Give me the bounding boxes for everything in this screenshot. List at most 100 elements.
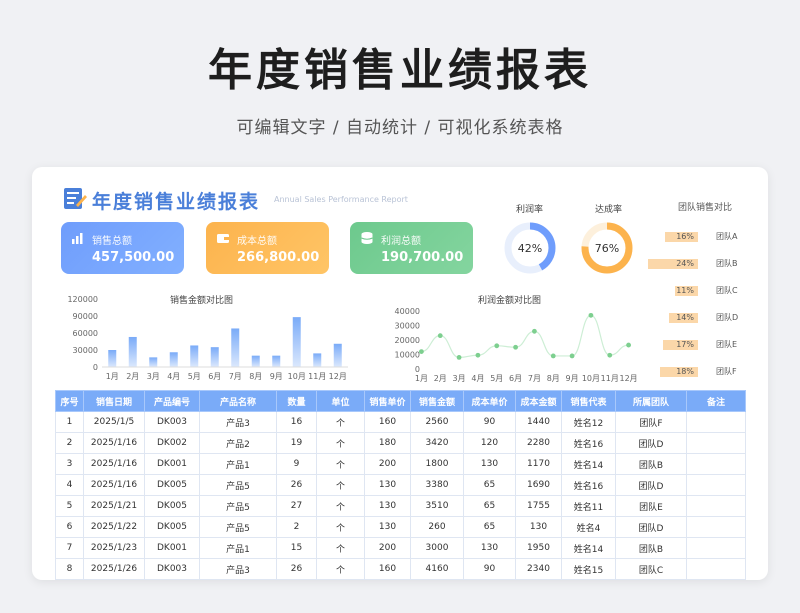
- table-cell[interactable]: 3510: [410, 495, 464, 517]
- table-row[interactable]: 8 2025/1/26 DK003 产品3 26 个 160 4160 90 2340 姓名15 团队…: [55, 558, 746, 580]
- data-point[interactable]: [437, 333, 443, 339]
- table-cell[interactable]: 1690: [515, 474, 562, 496]
- data-point[interactable]: [419, 349, 424, 354]
- table-cell[interactable]: 团队F: [615, 411, 687, 433]
- table-cell[interactable]: 26: [276, 558, 317, 580]
- table-cell[interactable]: 1755: [515, 495, 562, 517]
- table-cell[interactable]: 3000: [410, 537, 464, 559]
- table-cell[interactable]: 1170: [515, 453, 562, 475]
- table-cell[interactable]: 120: [463, 432, 516, 454]
- table-cell[interactable]: DK005: [144, 495, 200, 517]
- table-cell[interactable]: 2560: [410, 411, 464, 433]
- table-cell[interactable]: 产品5: [199, 474, 277, 496]
- table-cell[interactable]: 130: [364, 495, 411, 517]
- table-row[interactable]: 4 2025/1/16 DK005 产品5 26 个 130 3380 65 1690 姓名16 团队…: [55, 474, 746, 496]
- column-header[interactable]: 销售单价: [364, 390, 411, 412]
- table-row[interactable]: 2 2025/1/16 DK002 产品2 19 个 180 3420 120 2280 姓名16 团…: [55, 432, 746, 454]
- table-cell[interactable]: [686, 411, 746, 433]
- table-cell[interactable]: 个: [316, 432, 365, 454]
- table-cell[interactable]: 2: [55, 432, 84, 454]
- table-cell[interactable]: DK001: [144, 453, 200, 475]
- table-cell[interactable]: 3: [55, 453, 84, 475]
- bar[interactable]: [251, 355, 260, 367]
- table-cell[interactable]: 19: [276, 432, 317, 454]
- table-cell[interactable]: 团队D: [615, 474, 687, 496]
- table-cell[interactable]: 团队B: [615, 453, 687, 475]
- table-cell[interactable]: 姓名14: [561, 537, 616, 559]
- table-cell[interactable]: 130: [364, 516, 411, 538]
- column-header[interactable]: 单位: [316, 390, 365, 412]
- table-cell[interactable]: 3420: [410, 432, 464, 454]
- table-cell[interactable]: [686, 516, 746, 538]
- table-cell[interactable]: 姓名4: [561, 516, 616, 538]
- table-cell[interactable]: 1950: [515, 537, 562, 559]
- table-cell[interactable]: [686, 432, 746, 454]
- bar[interactable]: [149, 357, 158, 367]
- table-cell[interactable]: [686, 453, 746, 475]
- column-header[interactable]: 产品名称: [199, 390, 277, 412]
- table-cell[interactable]: [686, 474, 746, 496]
- table-cell[interactable]: 180: [364, 432, 411, 454]
- table-cell[interactable]: 27: [276, 495, 317, 517]
- table-cell[interactable]: 2025/1/21: [83, 495, 145, 517]
- table-cell[interactable]: 130: [463, 453, 516, 475]
- table-cell[interactable]: 7: [55, 537, 84, 559]
- bar[interactable]: [190, 345, 199, 367]
- table-cell[interactable]: 姓名16: [561, 474, 616, 496]
- table-row[interactable]: 3 2025/1/16 DK001 产品1 9 个 200 1800 130 1170 姓名14 团队…: [55, 453, 746, 475]
- column-header[interactable]: 销售代表: [561, 390, 616, 412]
- table-cell[interactable]: 160: [364, 411, 411, 433]
- data-point[interactable]: [494, 343, 500, 349]
- bar[interactable]: [333, 343, 342, 367]
- table-cell[interactable]: 2025/1/16: [83, 474, 145, 496]
- data-point[interactable]: [607, 352, 613, 358]
- table-cell[interactable]: [686, 537, 746, 559]
- table-row[interactable]: 6 2025/1/22 DK005 产品5 2 个 130 260 65 130 姓名4 团队D: [55, 516, 746, 538]
- table-cell[interactable]: 姓名11: [561, 495, 616, 517]
- bar[interactable]: [313, 353, 322, 367]
- table-cell[interactable]: 2025/1/16: [83, 432, 145, 454]
- column-header[interactable]: 数量: [276, 390, 317, 412]
- table-cell[interactable]: 团队D: [615, 432, 687, 454]
- data-point[interactable]: [569, 353, 575, 359]
- table-cell[interactable]: 产品3: [199, 411, 277, 433]
- column-header[interactable]: 销售日期: [83, 390, 145, 412]
- table-cell[interactable]: 16: [276, 411, 317, 433]
- bar[interactable]: [231, 328, 240, 367]
- table-cell[interactable]: 产品2: [199, 432, 277, 454]
- table-cell[interactable]: 个: [316, 411, 365, 433]
- column-header[interactable]: 备注: [686, 390, 746, 412]
- column-header[interactable]: 成本金额: [515, 390, 562, 412]
- column-header[interactable]: 序号: [55, 390, 84, 412]
- table-cell[interactable]: 1800: [410, 453, 464, 475]
- table-cell[interactable]: 9: [276, 453, 317, 475]
- table-cell[interactable]: 产品1: [199, 453, 277, 475]
- table-cell[interactable]: 产品5: [199, 495, 277, 517]
- table-cell[interactable]: 130: [515, 516, 562, 538]
- table-cell[interactable]: 90: [463, 558, 516, 580]
- data-point[interactable]: [475, 352, 481, 358]
- table-cell[interactable]: DK002: [144, 432, 200, 454]
- table-row[interactable]: 5 2025/1/21 DK005 产品5 27 个 130 3510 65 1755 姓名11 团队…: [55, 495, 746, 517]
- table-cell[interactable]: 8: [55, 558, 84, 580]
- table-cell[interactable]: 2025/1/26: [83, 558, 145, 580]
- table-cell[interactable]: 产品3: [199, 558, 277, 580]
- bar[interactable]: [108, 350, 117, 367]
- table-cell[interactable]: 4160: [410, 558, 464, 580]
- table-cell[interactable]: 65: [463, 516, 516, 538]
- table-cell[interactable]: DK005: [144, 474, 200, 496]
- table-cell[interactable]: 个: [316, 453, 365, 475]
- table-cell[interactable]: 姓名16: [561, 432, 616, 454]
- bar[interactable]: [169, 352, 178, 367]
- column-header[interactable]: 成本单价: [463, 390, 516, 412]
- table-cell[interactable]: [686, 558, 746, 580]
- bar[interactable]: [292, 317, 301, 367]
- table-cell[interactable]: [686, 495, 746, 517]
- table-cell[interactable]: 2: [276, 516, 317, 538]
- data-point[interactable]: [550, 353, 556, 359]
- table-cell[interactable]: 个: [316, 474, 365, 496]
- table-cell[interactable]: 5: [55, 495, 84, 517]
- table-cell[interactable]: DK003: [144, 558, 200, 580]
- table-cell[interactable]: 2025/1/22: [83, 516, 145, 538]
- table-cell[interactable]: 团队B: [615, 537, 687, 559]
